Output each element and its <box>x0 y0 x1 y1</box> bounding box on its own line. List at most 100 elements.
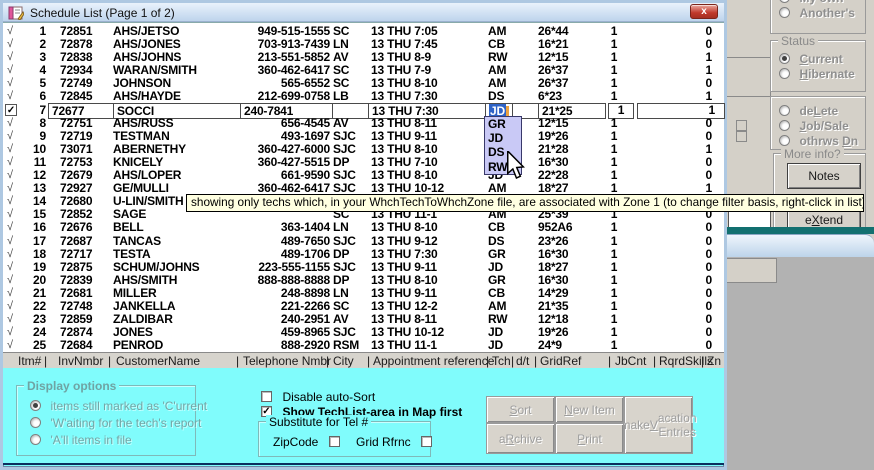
owner-radio-option[interactable]: Another's <box>779 4 863 19</box>
radio-icon <box>779 135 790 146</box>
cell-invnmbr: 73071 <box>60 143 92 156</box>
status-radio-option[interactable]: Hibernate <box>779 65 863 80</box>
substitute-checkbox[interactable]: Grid Rfrnc <box>356 433 432 448</box>
cell-appointment: 13 THU 9-11 <box>371 287 437 300</box>
column-header[interactable]: | <box>534 354 537 368</box>
display-option-radio[interactable]: items still marked as 'C'urrent <box>30 397 193 414</box>
sort-button[interactable]: Sort <box>486 396 555 423</box>
cell-customer: AHS/RUSS <box>113 117 173 130</box>
table-row[interactable]: √ 10 73071 ABERNETHY 360-427-6000 SJC 13… <box>3 143 724 156</box>
cell-itm: 19 <box>22 261 46 274</box>
cell-tch: GR <box>488 248 506 261</box>
cell-zn: 1 <box>694 143 712 156</box>
row-checkmark-icon: √ <box>7 156 13 169</box>
cell-gridref: 952A6 <box>538 221 572 234</box>
cell-itm: 20 <box>22 274 46 287</box>
background-lower-area <box>727 257 874 470</box>
new-item-button[interactable]: New Item <box>555 396 624 423</box>
cell-customer: BELL <box>113 221 144 234</box>
title-bar[interactable]: Schedule List (Page 1 of 2) x <box>3 3 724 22</box>
table-row[interactable]: √ 8 72751 AHS/RUSS 656-4545 AV 13 THU 8-… <box>3 117 724 130</box>
cell-jbcnt: 1 <box>602 287 626 300</box>
option-checkbox[interactable]: Disable auto-Sort <box>261 388 462 403</box>
display-option-radio[interactable]: 'A'll items in file <box>30 431 193 448</box>
edit-row[interactable]: ✓ 7 72677 SOCCI 240-7841 13 THU 7:30 JD … <box>3 104 724 117</box>
column-header[interactable]: Tch <box>492 354 511 368</box>
cell-customer: TANCAS <box>113 235 161 248</box>
cell-appointment: 13 THU 8-10 <box>371 274 438 287</box>
row-checkmark-icon: √ <box>7 117 13 130</box>
column-header[interactable]: | <box>44 354 47 368</box>
notes-button[interactable]: Notes <box>787 163 861 189</box>
row-checkmark-icon: √ <box>7 300 13 313</box>
column-header[interactable]: | <box>236 354 239 368</box>
cell-customer: MILLER <box>113 287 156 300</box>
cell-jbcnt: 1 <box>602 117 626 130</box>
column-header[interactable]: RqrdSkills <box>659 354 713 368</box>
cell-tch: JD <box>488 261 503 274</box>
cell-zn: 0 <box>694 248 712 261</box>
table-row[interactable]: √ 18 72717 TESTA 489-1706 DP 13 THU 7:30… <box>3 248 724 261</box>
column-header[interactable]: | <box>326 354 329 368</box>
cell-invnmbr: 72751 <box>60 117 92 130</box>
cell-itm: 9 <box>22 130 46 143</box>
status-radio-option[interactable]: Current <box>779 50 863 65</box>
table-row[interactable]: √ 9 72719 TESTMAN 493-1697 SJC 13 THU 9-… <box>3 130 724 143</box>
table-row[interactable]: √ 21 72681 MILLER 248-8898 LN 13 THU 9-1… <box>3 287 724 300</box>
screen: My own Another's Status Current Hibe <box>0 0 874 470</box>
status-group: Status Current Hibernate <box>770 40 866 92</box>
action-radio-option[interactable]: Job/Sale <box>779 117 863 132</box>
column-header[interactable]: | <box>608 354 611 368</box>
column-header[interactable]: Itm# <box>18 354 41 368</box>
background-spin-up <box>736 120 747 131</box>
row-checkmark-icon: √ <box>7 235 13 248</box>
column-header[interactable]: Telephone Nmbr <box>243 354 331 368</box>
action-radio-option[interactable]: othrws Dn <box>779 132 863 147</box>
cell-itm: 17 <box>22 235 46 248</box>
row-checkmark-icon: √ <box>7 130 13 143</box>
tech-dropdown-item[interactable]: GR <box>485 117 521 131</box>
action-radio-option[interactable]: deLete <box>779 102 863 117</box>
column-header[interactable]: | <box>511 354 514 368</box>
cell-customer: TESTA <box>113 248 150 261</box>
table-row[interactable]: √ 20 72839 AHS/SMITH 888-888-8888 DP 13 … <box>3 274 724 287</box>
checkbox-icon <box>329 436 340 447</box>
substitute-checkbox[interactable]: ZipCode <box>273 433 340 448</box>
display-options-group: Display options items still marked as 'C… <box>16 385 196 456</box>
column-header[interactable]: InvNmbr <box>58 354 103 368</box>
table-row[interactable]: √ 19 72875 SCHUM/JOHNS 223-555-1155 SJC … <box>3 261 724 274</box>
archive-button[interactable]: aRchive <box>486 423 555 454</box>
column-header[interactable]: | <box>367 354 370 368</box>
table-row[interactable]: √ 25 72684 PENROD 888-2920 RSM 13 THU 11… <box>3 339 724 352</box>
column-header[interactable]: JbCnt <box>615 354 646 368</box>
cell-jbcnt: 1 <box>602 339 626 352</box>
column-header[interactable]: CustomerName <box>116 354 200 368</box>
substitute-group: Substitute for Tel # ZipCode Grid Rfrnc <box>258 421 431 457</box>
cell-city: AV <box>333 117 348 130</box>
column-header[interactable]: City <box>333 354 354 368</box>
cell-zn: 0 <box>694 235 712 248</box>
row-checkbox[interactable]: ✓ <box>5 104 17 116</box>
cell-gridref: 21*28 <box>538 143 568 156</box>
radio-icon <box>779 0 790 3</box>
print-button[interactable]: Print <box>555 423 624 454</box>
cell-city: LN <box>333 221 349 234</box>
display-option-radio[interactable]: 'W'aiting for the tech's report <box>30 414 193 431</box>
column-header[interactable]: | <box>653 354 656 368</box>
checkbox-icon <box>261 391 272 402</box>
column-header[interactable]: GridRef <box>540 354 581 368</box>
column-header[interactable]: | <box>701 354 704 368</box>
radio-icon <box>779 53 790 64</box>
column-header[interactable]: Zn <box>707 354 721 368</box>
cell-invnmbr: 72676 <box>60 221 92 234</box>
column-header[interactable]: | <box>108 354 111 368</box>
make-vacation-entries-button[interactable]: make Vacation Entries <box>624 396 693 454</box>
column-header[interactable]: Appointment reference <box>373 354 494 368</box>
close-icon[interactable]: x <box>690 4 718 19</box>
table-row[interactable]: √ 17 72687 TANCAS 489-7650 SJC 13 THU 9-… <box>3 235 724 248</box>
column-header[interactable]: | <box>486 354 489 368</box>
column-header[interactable]: d/t <box>516 354 529 368</box>
table-row[interactable]: √ 16 72676 BELL 363-1404 LN 13 THU 8-10 … <box>3 221 724 234</box>
tech-dropdown-item[interactable]: JD <box>485 131 521 145</box>
row-checkmark-icon: √ <box>7 77 13 90</box>
